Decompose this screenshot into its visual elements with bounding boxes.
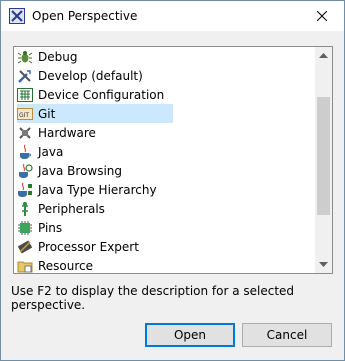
chevron-up-icon — [319, 53, 328, 58]
list-item-selected[interactable]: GIT Git — [17, 104, 173, 123]
java-icon — [17, 144, 33, 160]
list-item-label: Peripherals — [38, 201, 105, 216]
list-item-label: Develop (default) — [38, 68, 143, 83]
list-item[interactable]: Resource — [17, 256, 173, 273]
list-item[interactable]: Device Configuration — [17, 85, 173, 104]
java-hierarchy-icon — [17, 182, 33, 198]
develop-icon — [17, 68, 33, 84]
list-item-label: Java Type Hierarchy — [38, 182, 157, 197]
window-title: Open Perspective — [32, 9, 138, 23]
scroll-down-button[interactable] — [315, 256, 332, 273]
list-item[interactable]: Pins — [17, 218, 173, 237]
list-item-label: Resource — [38, 258, 94, 273]
list-item[interactable]: Java Type Hierarchy — [17, 180, 173, 199]
list-item-label: Device Configuration — [38, 87, 165, 102]
close-button[interactable] — [299, 1, 344, 31]
peripherals-icon — [17, 201, 33, 217]
app-icon — [9, 8, 25, 24]
list-item-label: Debug — [38, 49, 78, 64]
open-perspective-dialog: Open Perspective Debug Develop (default)… — [0, 0, 345, 361]
resource-icon — [17, 258, 33, 274]
list-item[interactable]: Debug — [17, 47, 173, 66]
list-item-label: Git — [38, 106, 56, 121]
list-item[interactable]: Hardware — [17, 123, 173, 142]
list-item-label: Java Browsing — [38, 163, 123, 178]
device-config-icon — [17, 87, 33, 103]
list-item[interactable]: Peripherals — [17, 199, 173, 218]
close-icon — [316, 11, 327, 21]
list-item[interactable]: Java Browsing — [17, 161, 173, 180]
description-text: Use F2 to display the description for a … — [11, 284, 295, 312]
git-icon: GIT — [17, 106, 33, 122]
svg-text:GIT: GIT — [19, 112, 29, 119]
list-item[interactable]: Java — [17, 142, 173, 161]
list-item[interactable]: Processor Expert — [17, 237, 173, 256]
processor-expert-icon — [17, 239, 33, 255]
title-bar[interactable]: Open Perspective — [1, 1, 344, 31]
java-browsing-icon — [17, 163, 33, 179]
chevron-down-icon — [319, 262, 328, 267]
pins-icon — [17, 220, 33, 236]
vertical-scrollbar[interactable] — [315, 47, 332, 273]
list-item-label: Java — [38, 144, 64, 159]
list-item-label: Hardware — [38, 125, 96, 140]
perspective-list-items: Debug Develop (default) Device Configura… — [14, 47, 315, 273]
open-button[interactable]: Open — [145, 323, 235, 347]
perspective-list[interactable]: Debug Develop (default) Device Configura… — [13, 46, 333, 274]
scrollbar-thumb[interactable] — [317, 97, 330, 215]
list-item[interactable]: Develop (default) — [17, 66, 173, 85]
debug-icon — [17, 49, 33, 65]
cancel-button[interactable]: Cancel — [242, 323, 332, 347]
hardware-icon — [17, 125, 33, 141]
list-item-label: Pins — [38, 220, 63, 235]
scroll-up-button[interactable] — [315, 47, 332, 64]
list-item-label: Processor Expert — [38, 239, 139, 254]
